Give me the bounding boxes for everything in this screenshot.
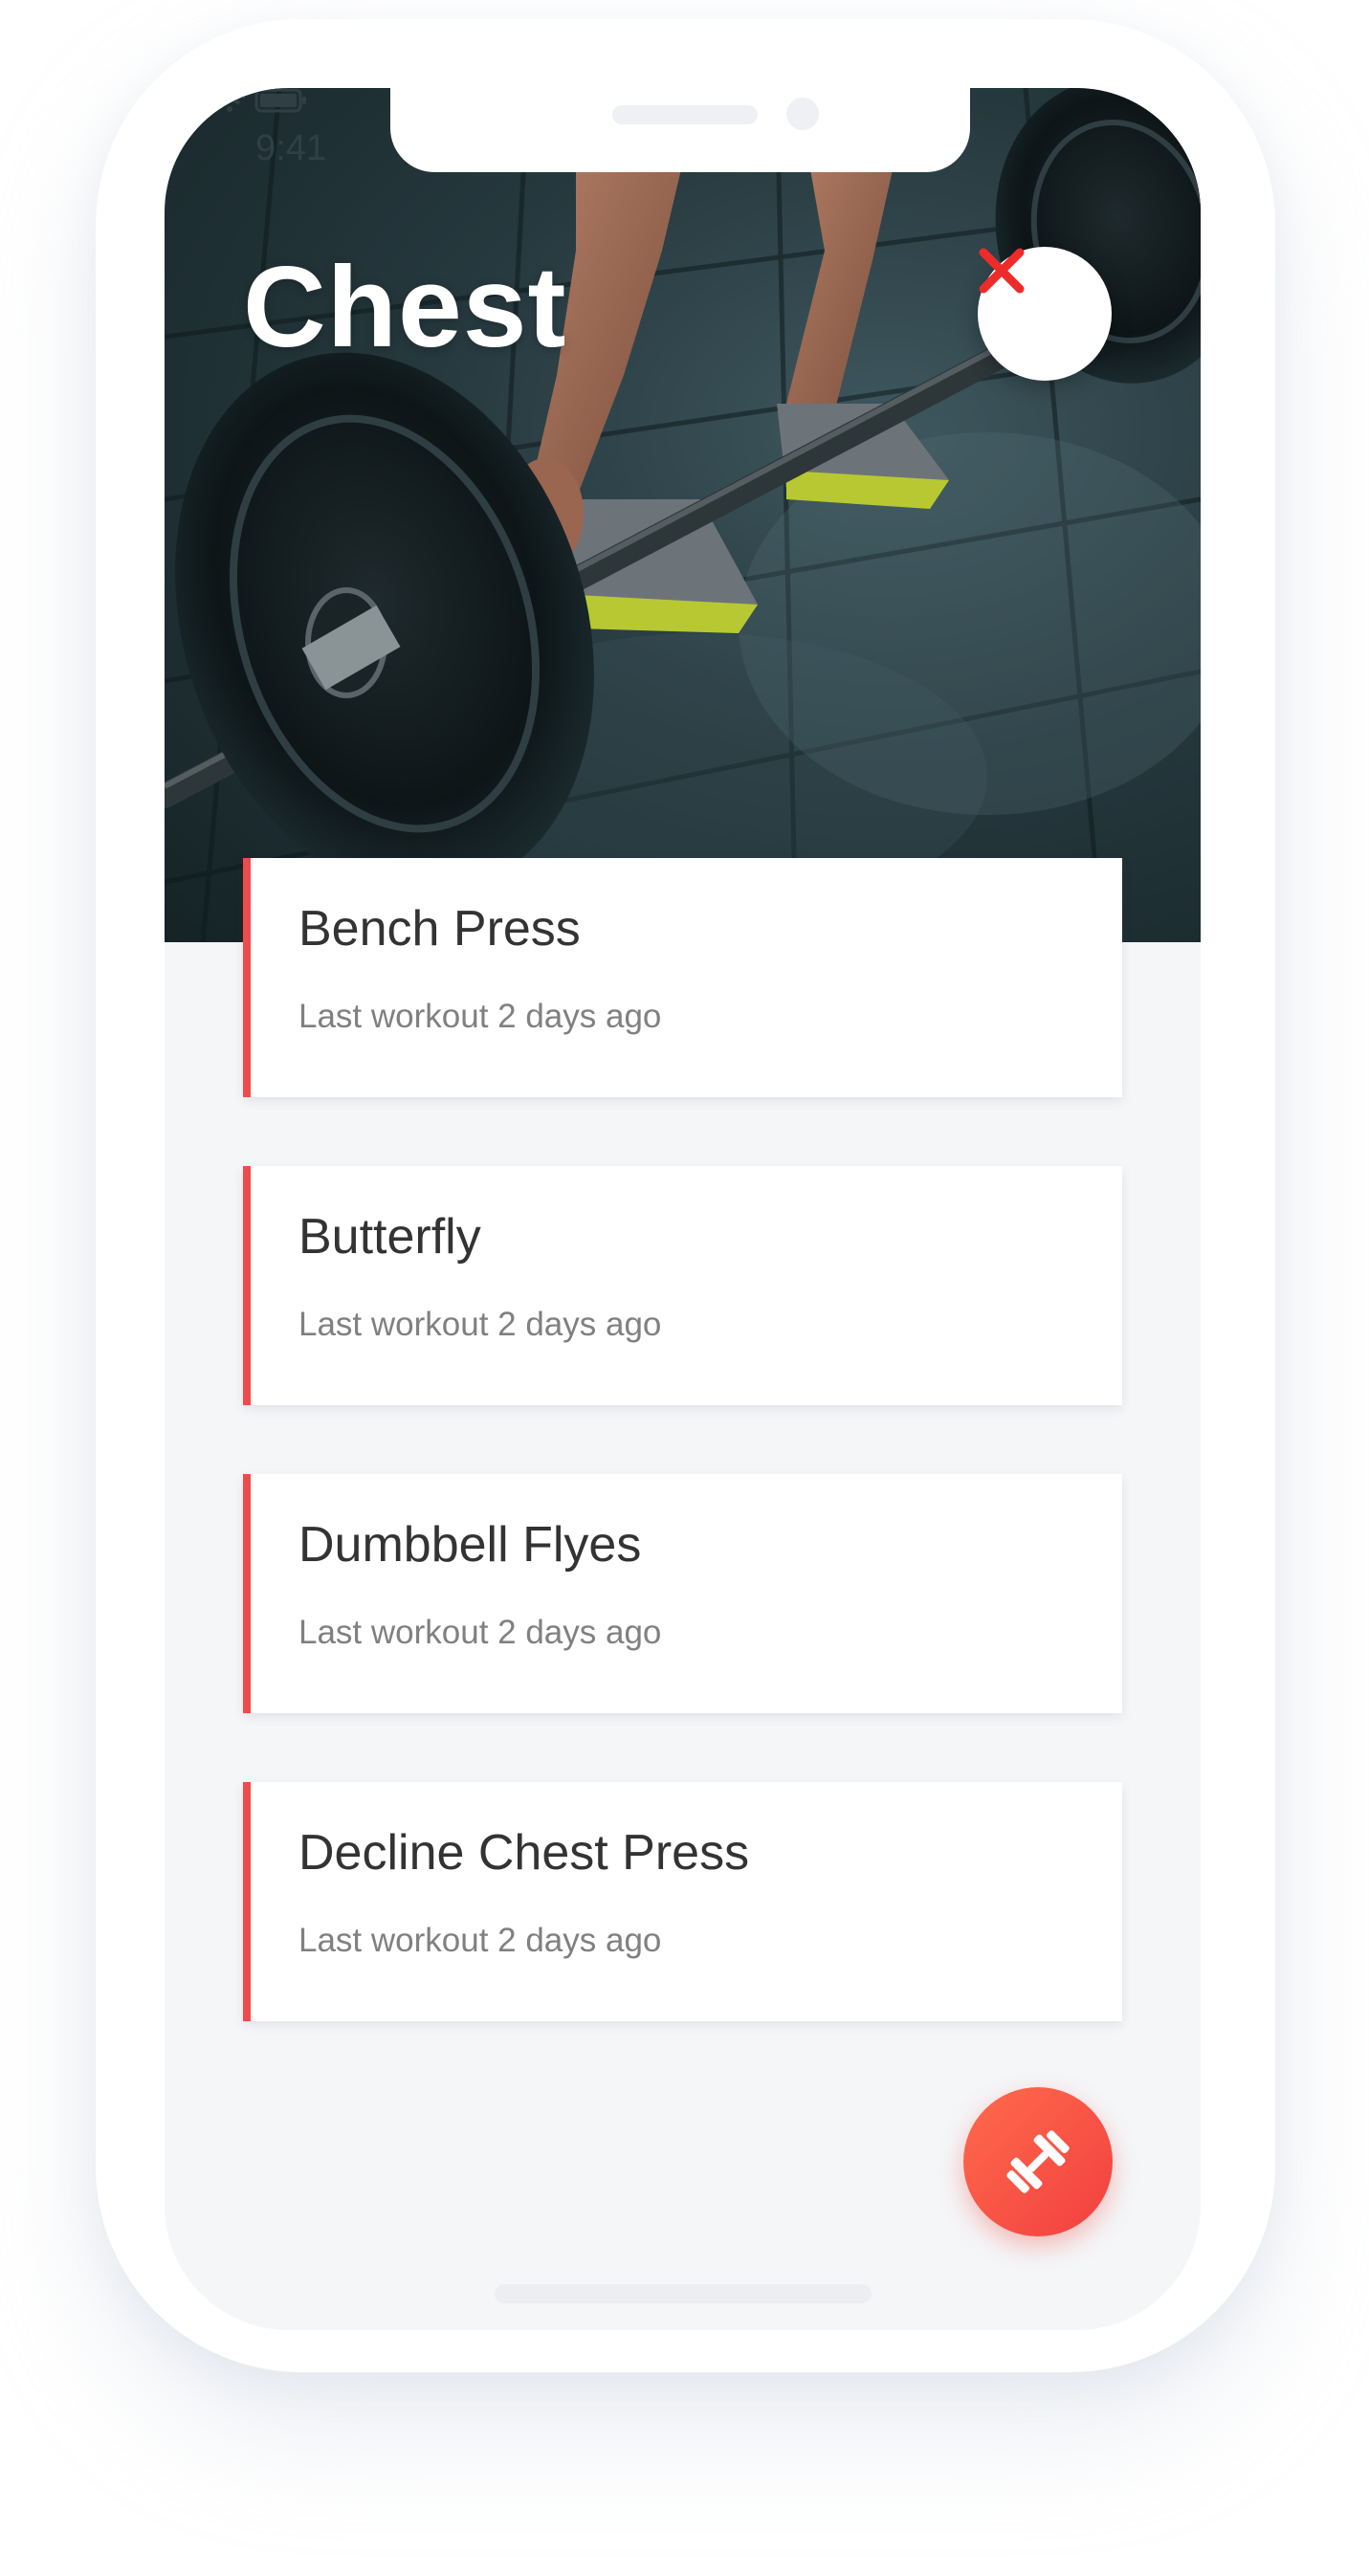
speaker	[612, 105, 758, 124]
close-button[interactable]	[978, 247, 1112, 381]
card-accent-bar	[243, 1782, 251, 2021]
camera	[786, 98, 819, 130]
page-title: Chest	[243, 243, 567, 371]
status-time: 9:41	[255, 128, 326, 168]
workout-name: Butterfly	[298, 1209, 481, 1265]
card-accent-bar	[243, 1166, 251, 1405]
last-workout-text: Last workout 2 days ago	[298, 1614, 662, 1651]
last-workout-text: Last workout 2 days ago	[298, 998, 662, 1035]
last-workout-text: Last workout 2 days ago	[298, 1306, 662, 1343]
workout-name: Decline Chest Press	[298, 1825, 750, 1881]
add-workout-fab[interactable]	[963, 2087, 1113, 2236]
app-screen: 9:41 Chest Bench Press Last workout 2 da…	[165, 88, 1201, 2330]
card-accent-bar	[243, 858, 251, 1097]
workout-name: Dumbbell Flyes	[298, 1517, 642, 1573]
status-icons	[165, 88, 306, 113]
close-icon	[979, 248, 1025, 294]
last-workout-text: Last workout 2 days ago	[298, 1922, 662, 1959]
notch	[390, 88, 970, 172]
workout-card-butterfly[interactable]: Butterfly Last workout 2 days ago	[243, 1166, 1122, 1405]
card-accent-bar	[243, 1474, 251, 1713]
workout-card-dumbbell-flyes[interactable]: Dumbbell Flyes Last workout 2 days ago	[243, 1474, 1122, 1713]
hero-image: 9:41 Chest	[165, 88, 1201, 942]
barbell-photo	[165, 88, 1201, 942]
workout-card-bench-press[interactable]: Bench Press Last workout 2 days ago	[243, 858, 1122, 1097]
dumbbell-icon	[1006, 2130, 1070, 2193]
workout-card-decline-chest-press[interactable]: Decline Chest Press Last workout 2 days …	[243, 1782, 1122, 2021]
home-indicator	[495, 2284, 872, 2303]
workout-name: Bench Press	[298, 901, 581, 957]
